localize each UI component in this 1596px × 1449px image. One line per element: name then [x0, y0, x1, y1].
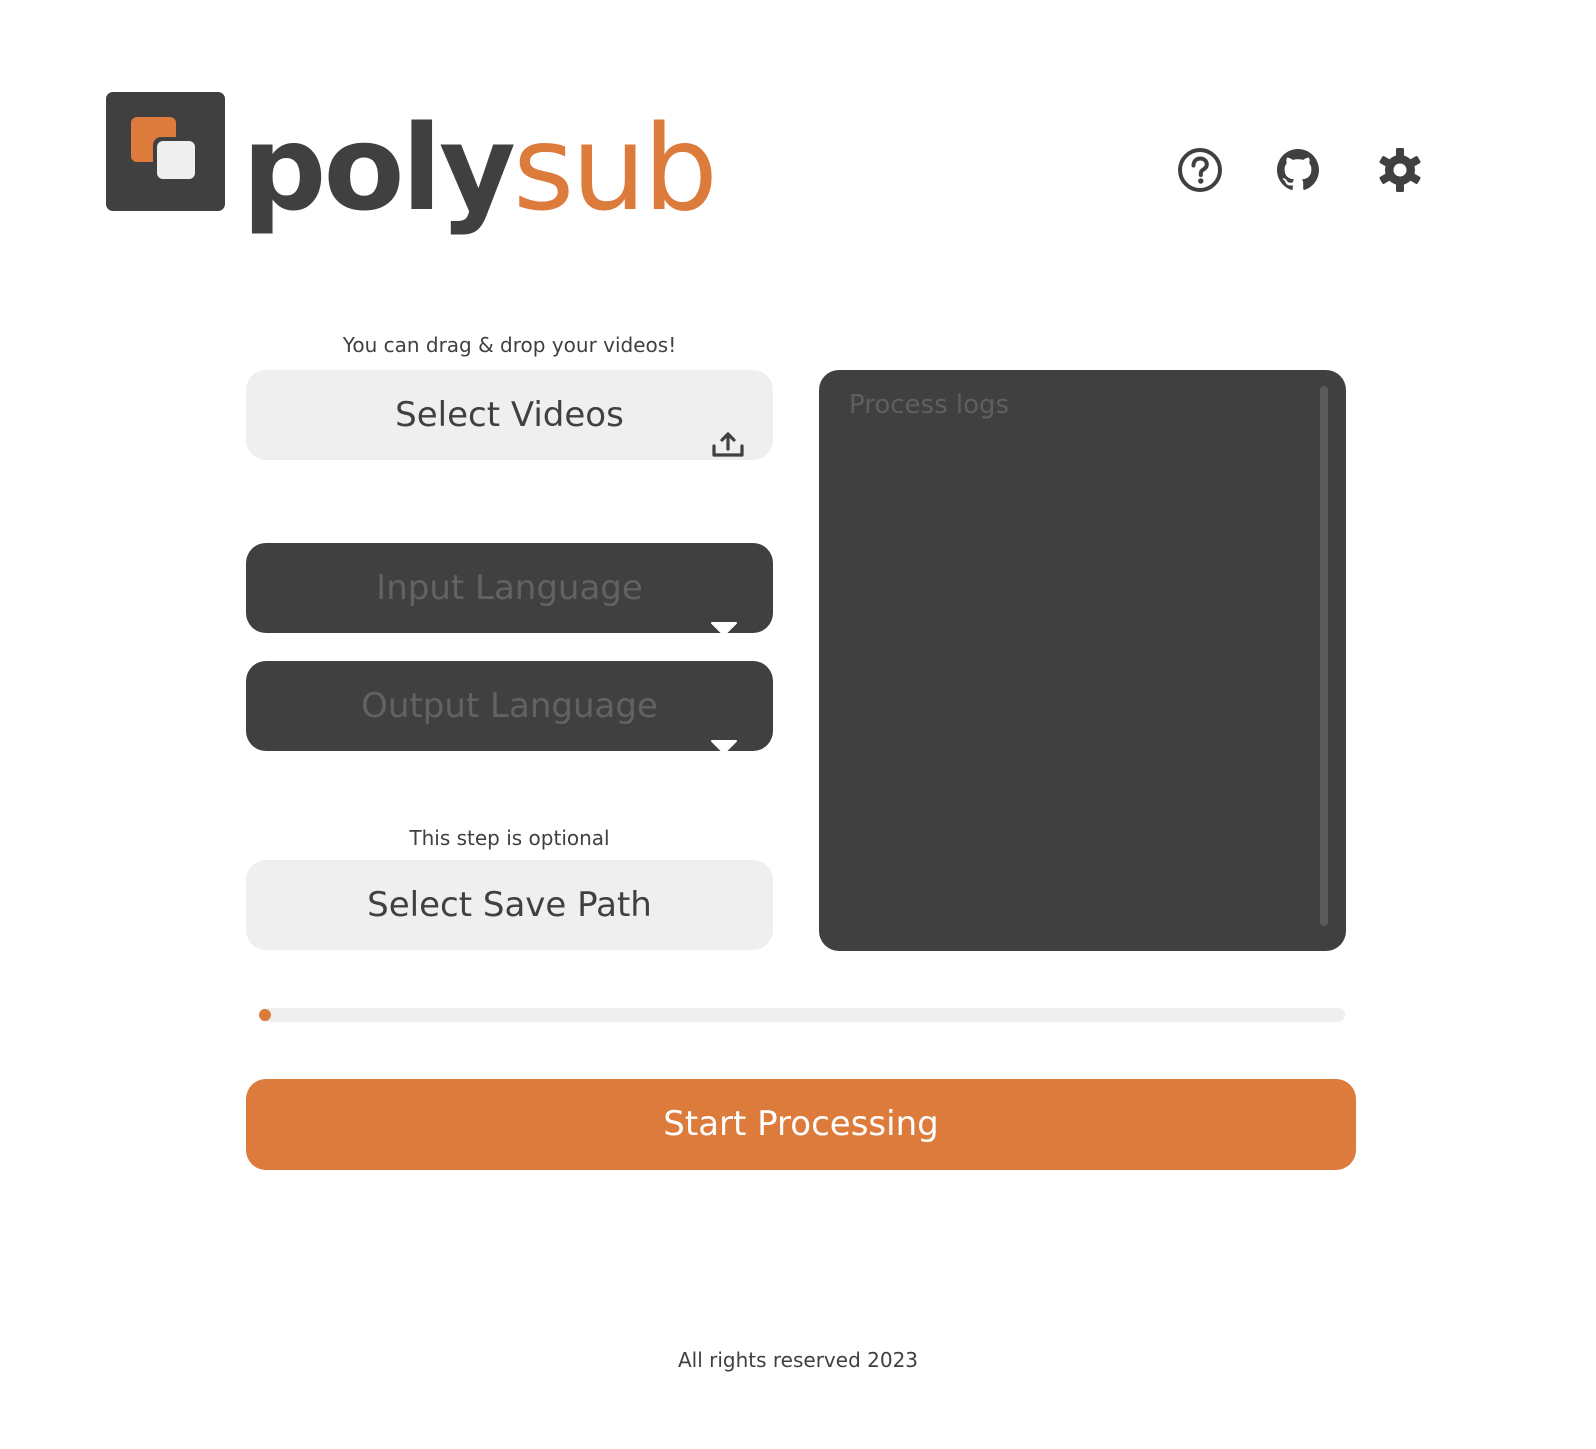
- output-language-select[interactable]: Output Language: [246, 661, 773, 754]
- github-icon[interactable]: [1274, 146, 1322, 194]
- logo-word-sub: sub: [512, 99, 718, 237]
- app-logo-mark: [106, 92, 225, 211]
- upload-icon: [711, 402, 745, 457]
- drag-drop-hint: You can drag & drop your videos!: [342, 333, 677, 357]
- progress-bar-fill: [259, 1009, 271, 1021]
- output-language-placeholder: Output Language: [361, 686, 658, 726]
- select-videos-label: Select Videos: [395, 395, 624, 435]
- app-logo-text: polysub: [242, 88, 718, 248]
- footer-copyright: All rights reserved 2023: [677, 1348, 919, 1372]
- process-logs-panel[interactable]: Process logs: [819, 370, 1346, 951]
- chevron-down-icon: [710, 581, 738, 636]
- select-save-path-button[interactable]: Select Save Path: [246, 860, 773, 950]
- help-icon[interactable]: [1176, 146, 1224, 194]
- progress-bar: [259, 1008, 1345, 1022]
- gear-icon[interactable]: [1376, 146, 1424, 194]
- select-videos-button[interactable]: Select Videos: [246, 370, 773, 460]
- process-logs-placeholder: Process logs: [849, 390, 1010, 420]
- logo-word-poly: poly: [242, 99, 516, 237]
- start-processing-button[interactable]: Start Processing: [246, 1079, 1356, 1170]
- optional-step-hint: This step is optional: [409, 826, 610, 850]
- chevron-down-icon: [710, 699, 738, 754]
- input-language-select[interactable]: Input Language: [246, 543, 773, 636]
- input-language-placeholder: Input Language: [376, 568, 643, 608]
- select-save-path-label: Select Save Path: [367, 885, 652, 925]
- logs-scrollbar[interactable]: [1320, 386, 1328, 926]
